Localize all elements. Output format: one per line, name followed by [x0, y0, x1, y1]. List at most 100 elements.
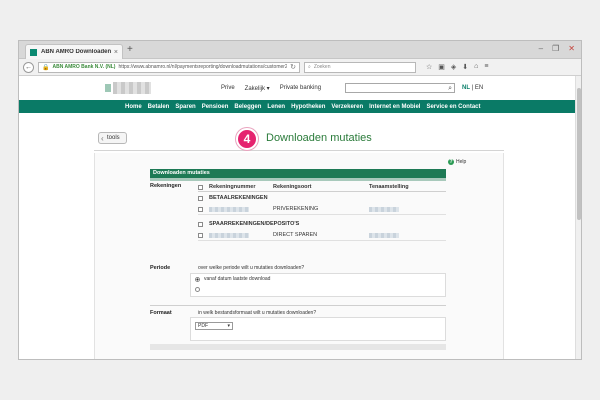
account-holder-redacted	[369, 232, 399, 238]
nav-verzekeren[interactable]: Verzekeren	[331, 104, 363, 110]
radio-selected[interactable]	[195, 276, 200, 282]
star-icon[interactable]: ☆	[426, 63, 432, 71]
pocket-icon[interactable]: ◈	[451, 63, 456, 71]
account-holder-redacted	[369, 206, 399, 212]
group-savings-label: SPAARREKENINGEN/DEPOSITO'S	[209, 221, 300, 227]
group-row: SPAARREKENINGEN/DEPOSITO'S	[198, 218, 446, 230]
period-option-label: vanaf datum laatste download	[204, 276, 271, 282]
toolbar-icons: ☆ ▣ ◈ ⬇ ⌂ ≡	[426, 63, 489, 71]
period-option[interactable]	[191, 284, 445, 294]
page-scrollbar[interactable]	[575, 76, 581, 359]
nav-internet-mobiel[interactable]: Internet en Mobiel	[369, 104, 420, 110]
download-panel: Downloaden mutaties Rekeningen Rekeningn…	[150, 169, 446, 350]
nav-lenen[interactable]: Lenen	[267, 104, 285, 110]
url-text: https://www.abnamro.nl/nl/paymentsreport…	[118, 64, 288, 70]
help-label: Help	[456, 159, 467, 165]
nav-service-contact[interactable]: Service en Contact	[426, 104, 480, 110]
panel-divider	[150, 178, 446, 181]
minimize-icon[interactable]: –	[539, 45, 543, 53]
link-private-banking[interactable]: Private banking	[280, 85, 321, 92]
tools-button[interactable]: tools	[98, 132, 127, 144]
format-question: in welk bestandsformaat wilt u mutaties …	[198, 310, 317, 316]
divider	[150, 305, 446, 306]
lang-nl[interactable]: NL	[462, 85, 470, 91]
search-icon[interactable]: ⌕	[448, 84, 452, 93]
web-page: Prive Zakelijk ▾ Private banking ⌕ NL | …	[19, 76, 581, 359]
lang-en[interactable]: EN	[475, 85, 483, 91]
search-placeholder: Zoeken	[313, 64, 331, 70]
browser-window: ABN AMRO Downloaden ... × + – ❐ ✕ ← 🔒 AB…	[18, 40, 582, 360]
favicon-icon	[30, 48, 37, 56]
menu-icon[interactable]: ≡	[484, 63, 488, 71]
format-options: PDF	[190, 317, 446, 341]
select-all-checkbox[interactable]	[198, 184, 203, 190]
format-select[interactable]: PDF	[195, 322, 233, 330]
nav-pensioen[interactable]: Pensioen	[202, 104, 229, 110]
help-icon: ?	[448, 159, 454, 165]
tools-label: tools	[107, 135, 120, 141]
account-number-redacted	[209, 232, 249, 238]
reading-list-icon[interactable]: ▣	[438, 63, 445, 71]
tab-title: ABN AMRO Downloaden ...	[41, 49, 111, 55]
account-checkbox[interactable]	[198, 206, 203, 212]
site-identity: ABN AMRO Bank N.V. (NL)	[52, 64, 116, 70]
page-header: tools 4 Downloaden mutaties	[94, 127, 504, 151]
link-prive[interactable]: Prive	[221, 85, 235, 92]
nav-home[interactable]: Home	[125, 104, 142, 110]
browser-toolbar: ← 🔒 ABN AMRO Bank N.V. (NL) https://www.…	[19, 59, 581, 76]
nav-sparen[interactable]: Sparen	[175, 104, 195, 110]
format-label: Formaat	[150, 310, 172, 316]
period-option[interactable]: vanaf datum laatste download	[191, 274, 445, 284]
col-account-number: Rekeningnummer	[209, 184, 256, 190]
site-search-input[interactable]: ⌕	[345, 83, 455, 93]
tab-close-icon[interactable]: ×	[114, 49, 118, 56]
account-type: PRIVEREKENING	[273, 206, 319, 212]
close-window-icon[interactable]: ✕	[568, 45, 575, 53]
page-title: Downloaden mutaties	[266, 132, 372, 144]
col-account-type: Rekeningsoort	[273, 184, 312, 190]
accounts-label: Rekeningen	[150, 183, 182, 189]
radio-unselected[interactable]	[195, 286, 200, 292]
nav-betalen[interactable]: Betalen	[148, 104, 170, 110]
tab-bar: ABN AMRO Downloaden ... × + – ❐ ✕	[19, 41, 581, 59]
panel-title: Downloaden mutaties	[150, 169, 446, 178]
browser-tab[interactable]: ABN AMRO Downloaden ... ×	[25, 44, 123, 59]
step-badge: 4	[236, 128, 258, 150]
language-switch: NL | EN	[462, 85, 483, 91]
period-question: over welke periode wilt u mutaties downl…	[198, 265, 305, 271]
account-checkbox[interactable]	[198, 232, 203, 238]
top-links: Prive Zakelijk ▾ Private banking	[221, 85, 321, 92]
home-icon[interactable]: ⌂	[474, 63, 478, 71]
back-button[interactable]: ←	[23, 61, 34, 73]
account-type: DIRECT SPAREN	[273, 232, 318, 238]
nav-beleggen[interactable]: Beleggen	[234, 104, 261, 110]
reload-icon[interactable]: ↻	[290, 63, 296, 71]
group-current-label: BETAALREKENINGEN	[209, 195, 268, 201]
scrollbar-thumb[interactable]	[577, 88, 581, 220]
download-icon[interactable]: ⬇	[462, 63, 468, 71]
new-tab-button[interactable]: +	[127, 45, 133, 55]
browser-search-input[interactable]: ⌕ Zoeken	[304, 61, 416, 73]
group-checkbox[interactable]	[198, 195, 203, 201]
accounts-table: Rekeningnummer Rekeningsoort Tenaamstell…	[198, 183, 446, 241]
group-row: BETAALREKENINGEN	[198, 192, 446, 204]
search-icon: ⌕	[308, 64, 311, 70]
period-options: vanaf datum laatste download	[190, 273, 446, 297]
address-bar[interactable]: 🔒 ABN AMRO Bank N.V. (NL) https://www.ab…	[38, 61, 300, 73]
main-navigation: Home Betalen Sparen Pensioen Beleggen Le…	[19, 100, 581, 113]
panel-footer	[150, 344, 446, 350]
table-row: DIRECT SPAREN	[198, 230, 446, 241]
content-area: ? Help Downloaden mutaties Rekeningen Re…	[94, 153, 504, 359]
link-zakelijk[interactable]: Zakelijk ▾	[245, 85, 270, 92]
window-controls: – ❐ ✕	[539, 45, 575, 53]
maximize-icon[interactable]: ❐	[552, 45, 559, 53]
bank-logo[interactable]	[105, 82, 151, 94]
col-account-holder: Tenaamstelling	[369, 184, 409, 190]
period-label: Periode	[150, 265, 171, 271]
account-number-redacted	[209, 206, 249, 212]
table-header: Rekeningnummer Rekeningsoort Tenaamstell…	[198, 183, 446, 192]
help-link[interactable]: ? Help	[448, 159, 466, 165]
group-checkbox[interactable]	[198, 221, 203, 227]
nav-hypotheken[interactable]: Hypotheken	[291, 104, 325, 110]
table-row: PRIVEREKENING	[198, 204, 446, 215]
